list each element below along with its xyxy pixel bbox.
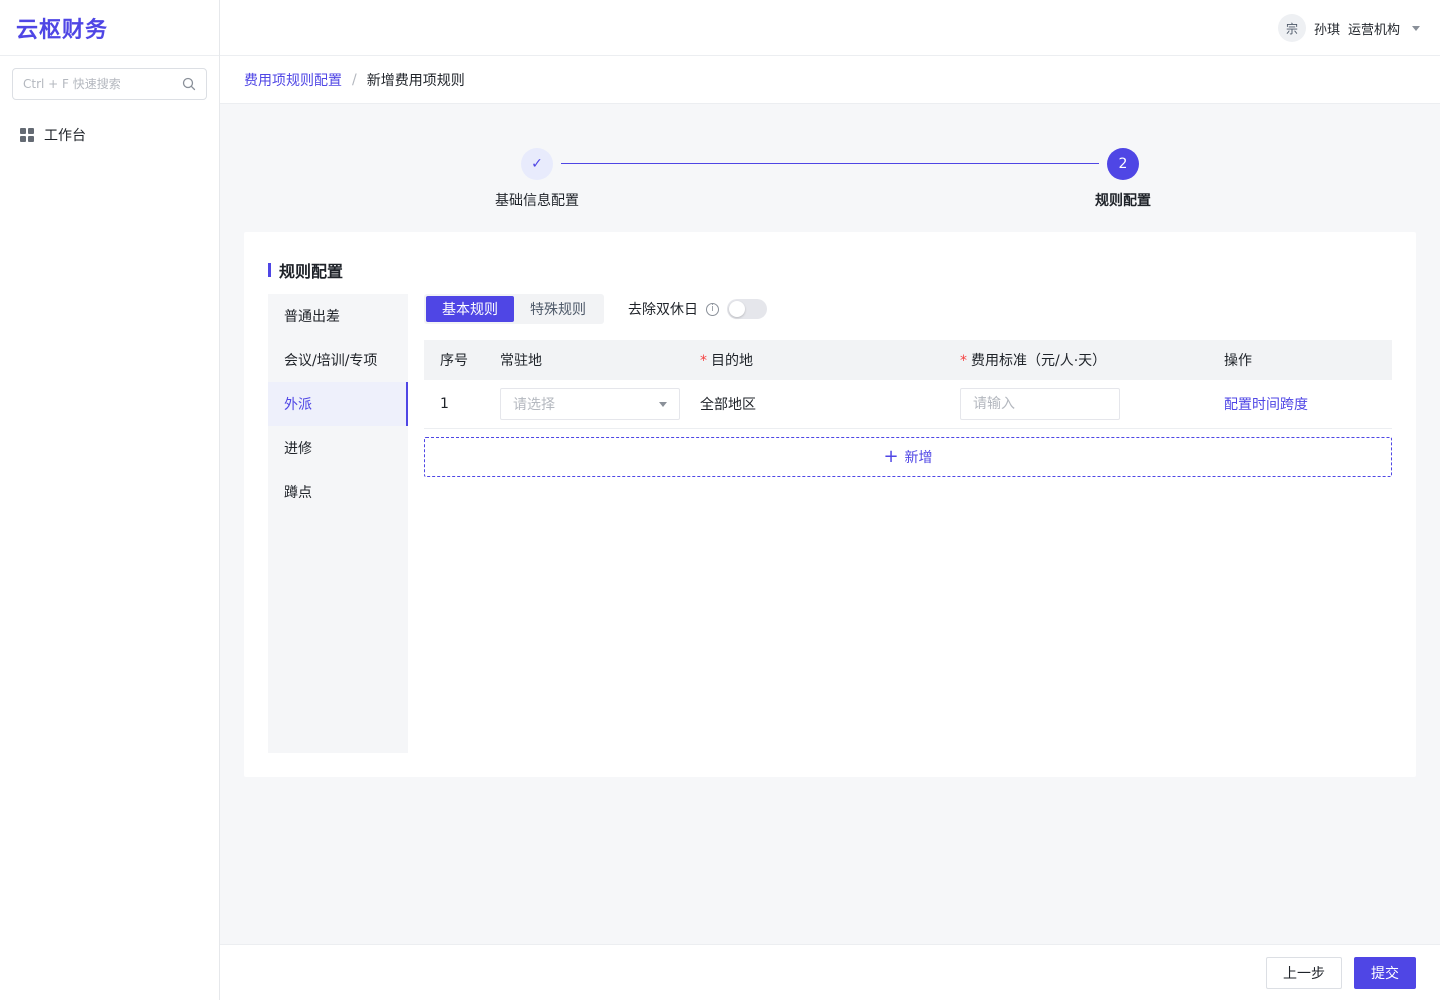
sidebar-item-label: 工作台 [44, 128, 86, 144]
weekend-label: 去除双休日 [628, 302, 698, 318]
step-rule-config: 2 规则配置 [1063, 148, 1183, 210]
row-index: 1 [440, 396, 449, 412]
required-mark: * [960, 353, 967, 369]
table-header: 序号 常驻地 * 目的地 * 费用标准（元/人·天） 操作 [424, 340, 1392, 380]
basic-rule-tab[interactable]: 基本规则 [426, 296, 514, 322]
breadcrumb-separator: / [352, 71, 357, 88]
standard-input[interactable] [960, 388, 1120, 420]
breadcrumb-parent-link[interactable]: 费用项规则配置 [244, 70, 342, 90]
standard-cell [960, 388, 1224, 420]
breadcrumb-current: 新增费用项规则 [366, 72, 465, 89]
rule-toolbar: 基本规则 特殊规则 去除双休日 i [424, 294, 1392, 324]
step-progress: ✓ 基础信息配置 2 规则配置 [220, 104, 1440, 232]
card-title: 规则配置 [268, 258, 343, 282]
title-accent-bar [268, 263, 271, 277]
tab-normal-travel[interactable]: 普通出差 [268, 294, 408, 338]
org-name: 运营机构 [1347, 22, 1400, 38]
avatar[interactable]: 宗 [1277, 14, 1306, 42]
resident-cell: 请选择 [500, 388, 700, 420]
submit-button[interactable]: 提交 [1354, 957, 1416, 989]
sidebar-search[interactable] [12, 68, 207, 100]
tab-dispatch[interactable]: 外派 [268, 382, 408, 426]
rule-table: 序号 常驻地 *目的地 *费用标准（元/人·天） 操作 1 请选择 全部地区 [424, 340, 1392, 429]
col-destination: * 目的地 [700, 350, 960, 370]
prev-step-button[interactable]: 上一步 [1266, 957, 1342, 989]
add-row-button[interactable]: + 新增 [424, 437, 1392, 477]
col-action: 操作 [1224, 353, 1252, 369]
category-tabs: 普通出差 会议/培训/专项 外派 进修 蹲点 [268, 294, 408, 753]
table-row: 1 请选择 全部地区 配置时间跨度 [424, 380, 1392, 429]
plus-icon: + [883, 446, 899, 467]
weekend-toggle[interactable] [727, 299, 767, 319]
action-footer: 上一步 提交 [220, 944, 1440, 1000]
user-menu[interactable]: 宗 孙琪 运营机构 [1277, 14, 1420, 42]
col-resident: 常驻地 [500, 353, 542, 369]
step-label: 基础信息配置 [495, 193, 579, 209]
toggle-knob [729, 301, 745, 317]
tab-meeting-training[interactable]: 会议/培训/专项 [268, 338, 408, 382]
search-input[interactable] [23, 77, 182, 91]
step-connector [561, 163, 1099, 164]
chevron-down-icon [659, 401, 667, 407]
resident-select[interactable]: 请选择 [500, 388, 680, 420]
step-basic-info: ✓ 基础信息配置 [477, 148, 597, 210]
config-timespan-link[interactable]: 配置时间跨度 [1224, 397, 1308, 413]
select-placeholder: 请选择 [513, 397, 555, 413]
sidebar: 云枢财务 工作台 [0, 0, 220, 1000]
col-standard: * 费用标准（元/人·天） [960, 350, 1224, 370]
weekend-exclusion: 去除双休日 i [628, 299, 767, 319]
destination-cell: 全部地区 [700, 397, 756, 413]
chevron-down-icon[interactable] [1412, 25, 1420, 31]
col-standard-label: 费用标准（元/人·天） [971, 353, 1107, 369]
action-cell: 配置时间跨度 [1224, 394, 1392, 414]
required-mark: * [700, 353, 707, 369]
rule-type-segment: 基本规则 特殊规则 [424, 294, 604, 324]
search-icon[interactable] [182, 77, 196, 91]
card-title-text: 规则配置 [279, 262, 344, 281]
sidebar-item-workbench[interactable]: 工作台 [20, 124, 86, 146]
check-icon: ✓ [521, 148, 553, 180]
tab-field-stay[interactable]: 蹲点 [268, 470, 408, 514]
breadcrumb: 费用项规则配置 / 新增费用项规则 [220, 56, 1440, 104]
app-logo: 云枢财务 [0, 0, 219, 56]
top-header: 宗 孙琪 运营机构 [220, 0, 1440, 56]
add-row-label: 新增 [904, 450, 933, 466]
special-rule-tab[interactable]: 特殊规则 [514, 296, 602, 322]
rule-config-card: 规则配置 普通出差 会议/培训/专项 外派 进修 蹲点 基本规则 特殊规则 去除… [244, 232, 1416, 777]
info-icon[interactable]: i [706, 302, 719, 316]
col-index: 序号 [440, 353, 468, 369]
tab-study[interactable]: 进修 [268, 426, 408, 470]
step-number: 2 [1107, 148, 1139, 180]
user-name: 孙琪 [1313, 22, 1340, 38]
step-label: 规则配置 [1095, 193, 1151, 209]
rule-content: 基本规则 特殊规则 去除双休日 i 序号 常驻地 * 目的地 * 费用标准（元/人·… [424, 294, 1392, 477]
col-destination-label: 目的地 [711, 353, 753, 369]
grid-icon [20, 128, 34, 142]
